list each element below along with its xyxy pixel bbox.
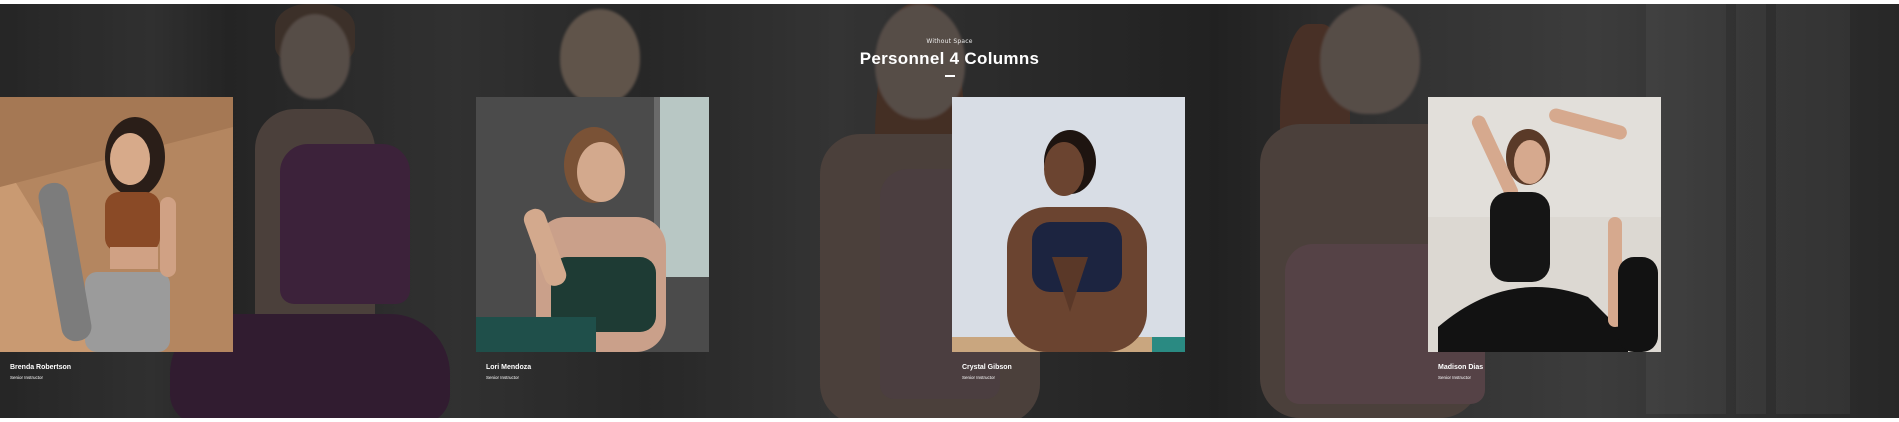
personnel-role-3: Senior Instructor: [962, 375, 996, 380]
personnel-role-2: Senior Instructor: [486, 375, 520, 380]
section-title: Personnel 4 Columns: [859, 49, 1040, 68]
personnel-photo-4[interactable]: [1428, 97, 1661, 352]
personnel-photo-2[interactable]: [476, 97, 709, 352]
personnel-role-1: Senior Instructor: [10, 375, 44, 380]
section-eyebrow: Without Space: [926, 38, 973, 45]
personnel-photo-1[interactable]: [0, 97, 233, 352]
photo-brenda-robertson: [0, 97, 233, 352]
personnel-name-1[interactable]: Brenda Robertson: [10, 364, 71, 371]
photo-madison-dias: [1428, 97, 1661, 352]
photo-crystal-gibson: [952, 97, 1185, 352]
personnel-name-3[interactable]: Crystal Gibson: [962, 364, 1012, 371]
personnel-name-4[interactable]: Madison Dias: [1438, 364, 1483, 371]
title-underline: [944, 75, 955, 77]
photo-lori-mendoza: [476, 97, 709, 352]
section-header: Without Space Personnel 4 Columns: [0, 38, 1899, 77]
personnel-role-4: Senior Instructor: [1438, 375, 1472, 380]
personnel-name-2[interactable]: Lori Mendoza: [486, 364, 531, 371]
personnel-photo-3[interactable]: [952, 97, 1185, 352]
